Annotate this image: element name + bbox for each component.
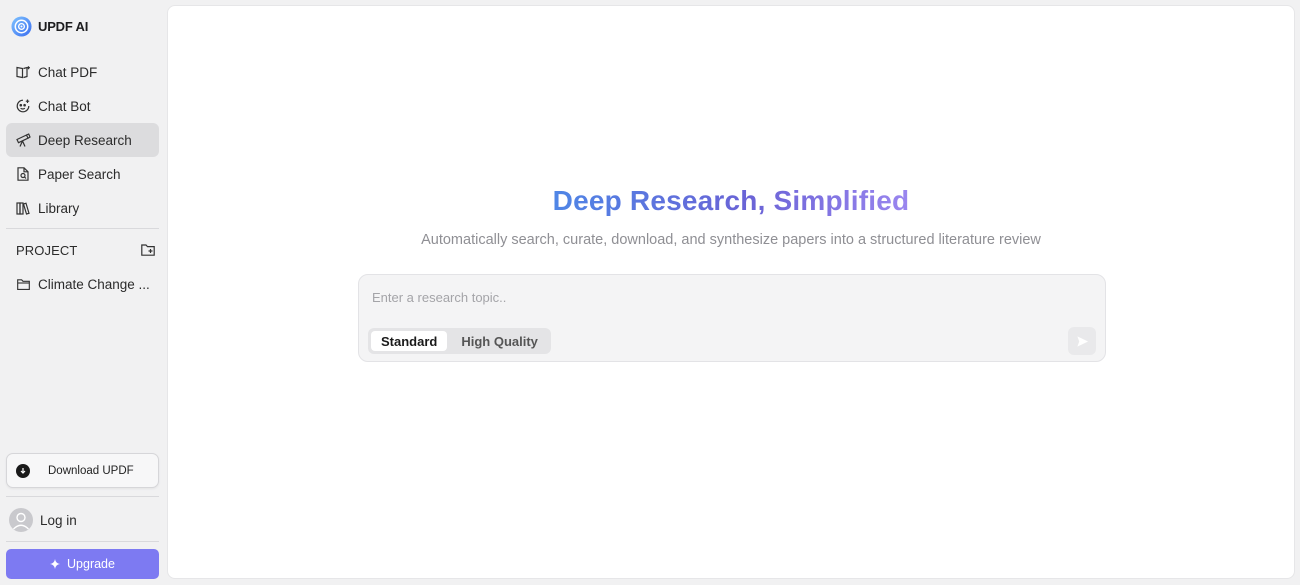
- mode-standard-button[interactable]: Standard: [371, 331, 448, 351]
- sidebar-item-label: Paper Search: [38, 166, 121, 182]
- project-section-header: PROJECT: [16, 240, 156, 260]
- avatar: [9, 508, 33, 532]
- sparkle-icon: [50, 559, 61, 569]
- research-topic-input[interactable]: [372, 287, 1072, 307]
- project-item[interactable]: Climate Change ...: [6, 267, 159, 301]
- sidebar-item-chat-pdf[interactable]: Chat PDF: [6, 55, 159, 89]
- sidebar-item-paper-search[interactable]: Paper Search: [6, 157, 159, 191]
- doc-search-icon: [17, 167, 29, 181]
- download-label: Download UPDF: [48, 464, 134, 477]
- sidebar-item-chat-bot[interactable]: Chat Bot: [6, 89, 159, 123]
- login-label: Log in: [40, 512, 77, 528]
- upgrade-label: Upgrade: [67, 557, 115, 571]
- app-logo[interactable]: UPDF AI: [11, 15, 88, 37]
- page-title: Deep Research, Simplified: [552, 185, 910, 216]
- mode-high-quality-button[interactable]: High Quality: [451, 331, 548, 351]
- upgrade-button[interactable]: Upgrade: [6, 549, 159, 579]
- sidebar-item-label: Chat Bot: [38, 98, 91, 114]
- sidebar: UPDF AI Chat PDF Chat Bot Deep Research …: [0, 0, 166, 585]
- add-folder-icon[interactable]: [140, 242, 156, 258]
- sidebar-item-deep-research[interactable]: Deep Research: [6, 123, 159, 157]
- login-button[interactable]: Log in: [9, 507, 77, 533]
- send-button[interactable]: [1068, 327, 1096, 355]
- sidebar-item-label: Deep Research: [38, 132, 132, 148]
- download-updf-button[interactable]: Download UPDF: [6, 453, 159, 488]
- sidebar-item-label: Chat PDF: [38, 64, 98, 80]
- sidebar-nav: Chat PDF Chat Bot Deep Research Paper Se…: [6, 55, 159, 225]
- page-subtitle: Automatically search, curate, download, …: [421, 232, 1041, 248]
- sidebar-divider: [6, 228, 159, 229]
- quality-mode-toggle: Standard High Quality: [368, 328, 551, 354]
- library-icon: [16, 202, 30, 215]
- telescope-icon: [16, 133, 31, 147]
- app-name: UPDF AI: [38, 18, 89, 34]
- bot-face-icon: [16, 99, 30, 113]
- main-panel: Deep Research, Simplified Automatically …: [167, 5, 1295, 579]
- book-open-icon: [16, 66, 30, 79]
- download-icon: [16, 463, 30, 478]
- folder-icon: [17, 278, 30, 290]
- sidebar-item-label: Library: [38, 200, 80, 216]
- project-header-label: PROJECT: [16, 242, 78, 258]
- research-input-box: Standard High Quality: [358, 274, 1106, 362]
- sidebar-divider-bottom: [6, 496, 159, 497]
- sidebar-divider-login: [6, 541, 159, 542]
- send-icon: [1076, 335, 1088, 347]
- user-icon: [13, 512, 29, 530]
- updf-logo-icon: [11, 15, 32, 37]
- project-item-label: Climate Change ...: [38, 276, 150, 292]
- app-root: UPDF AI Chat PDF Chat Bot Deep Research …: [0, 0, 1300, 585]
- sidebar-item-library[interactable]: Library: [6, 191, 159, 225]
